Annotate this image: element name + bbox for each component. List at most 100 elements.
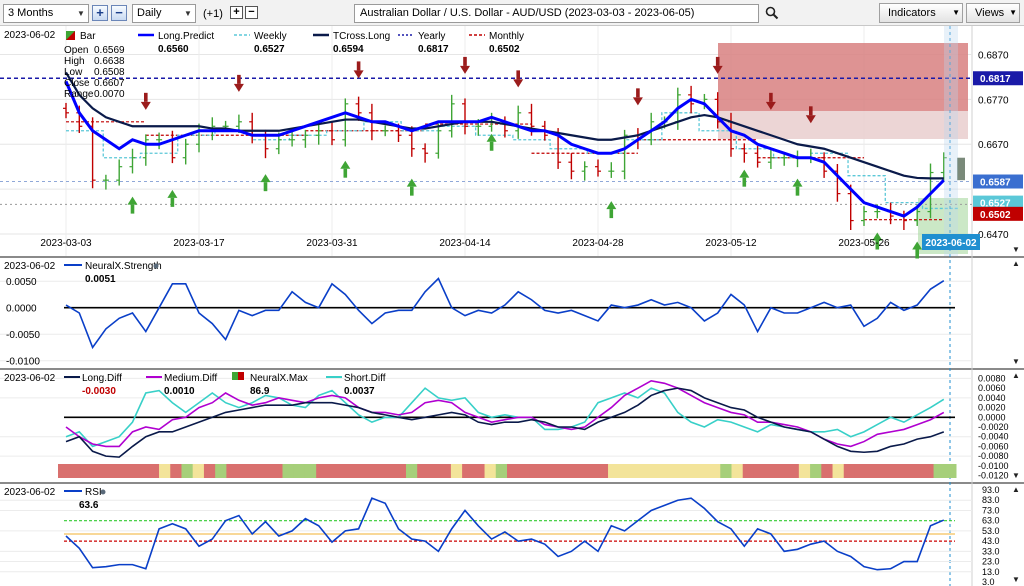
- neuralx-max-cell: [473, 464, 486, 478]
- interval-value: Daily: [137, 7, 162, 19]
- neuralx-max-cell: [731, 464, 744, 478]
- ohlc-value: 0.0070: [94, 89, 125, 100]
- legend-value: -0.0030: [82, 386, 116, 397]
- y-tick-label: 33.0: [982, 546, 1000, 556]
- neuralx-max-cell: [102, 464, 115, 478]
- views-button[interactable]: Views ▼: [966, 3, 1020, 23]
- neuralx-max-cell: [372, 464, 385, 478]
- legend-swatch: [232, 372, 238, 380]
- neuralx-max-cell: [417, 464, 429, 478]
- neuralx-max-cell: [922, 464, 935, 478]
- diff-collapse-icon[interactable]: ▲: [1012, 371, 1020, 380]
- y-tick-label: 0.0050: [6, 277, 37, 288]
- ohlc-label: Close: [64, 78, 90, 89]
- legend-name: Short.Diff: [344, 373, 386, 384]
- chevron-down-icon: ▼: [1009, 8, 1017, 17]
- offset-minus-button[interactable]: −: [245, 6, 258, 19]
- y-tick-label: 63.0: [982, 516, 1000, 526]
- buy-arrow-stem: [609, 209, 614, 219]
- instrument-title-field[interactable]: Australian Dollar / U.S. Dollar - AUD/US…: [354, 4, 759, 23]
- current-bar: [957, 157, 965, 181]
- y-tick-label: 73.0: [982, 505, 1000, 515]
- ohlc-label: Low: [64, 67, 83, 78]
- legend-value: 0.6527: [254, 44, 285, 55]
- neuralx-max-cell: [428, 464, 441, 478]
- neuralx-max-cell: [159, 464, 171, 478]
- buy-arrow-stem: [742, 177, 747, 187]
- period-dropdown[interactable]: 3 Months ▼: [3, 4, 89, 23]
- neuralx-max-cell: [361, 464, 373, 478]
- buy-arrow-stem: [410, 186, 414, 196]
- neuralx-panel[interactable]: [0, 258, 1024, 368]
- instrument-title: Australian Dollar / U.S. Dollar - AUD/US…: [360, 7, 695, 19]
- supply-zone-light: [718, 111, 968, 139]
- neuralx-max-cell: [664, 464, 676, 478]
- neuralx-max-cell: [540, 464, 553, 478]
- ohlc-value: 0.6508: [94, 67, 125, 78]
- y-tick-label: 53.0: [982, 526, 1000, 536]
- sell-arrow-stem: [356, 61, 361, 71]
- neuralx-max-cell: [810, 464, 822, 478]
- sell-arrow-stem: [769, 92, 773, 102]
- legend-name: Monthly: [489, 31, 524, 42]
- legend-value: 0.6817: [418, 44, 449, 55]
- zoom-out-button[interactable]: −: [111, 5, 127, 21]
- neuralx-max-cell: [383, 464, 396, 478]
- price-badge-text: 0.6817: [980, 74, 1011, 85]
- neuralx-max-cell: [147, 464, 160, 478]
- zoom-in-button[interactable]: +: [92, 5, 108, 21]
- bar-legend-label: Bar: [80, 31, 96, 42]
- sell-arrow-stem: [463, 56, 467, 66]
- neuralx-max-cell: [720, 464, 732, 478]
- neuralx-settings-icon[interactable]: [153, 263, 159, 269]
- diff-y-axis[interactable]: 0.00800.00600.00400.00200.0000-0.0020-0.…: [978, 373, 1009, 480]
- neuralx-max-cell: [832, 464, 845, 478]
- neuralx-collapse-icon[interactable]: ▲: [1012, 259, 1020, 268]
- rsi-legend-value: 63.6: [79, 500, 99, 511]
- neuralx-date-label: 2023-06-02: [4, 261, 56, 272]
- neuralx-max-cell: [203, 464, 216, 478]
- x-tick-label: 2023-05-26: [838, 238, 890, 249]
- y-tick-label: -0.0100: [978, 461, 1009, 471]
- neuralx-max-cell: [821, 464, 834, 478]
- neuralx-expand-icon[interactable]: ▼: [1012, 357, 1020, 366]
- rsi-settings-icon[interactable]: [100, 489, 106, 495]
- legend-value: 0.6560: [158, 44, 189, 55]
- buy-arrow-stem: [795, 186, 800, 196]
- sell-arrow-stem: [237, 74, 241, 84]
- neuralx-max-cell: [798, 464, 811, 478]
- neuralx-max-cell: [787, 464, 800, 478]
- neuralx-max-cell: [282, 464, 295, 478]
- neuralx-max-cell: [866, 464, 878, 478]
- views-label: Views: [975, 7, 1005, 19]
- neuralx-max-cell: [338, 464, 351, 478]
- period-value: 3 Months: [8, 7, 54, 19]
- neuralx-max-cell: [293, 464, 306, 478]
- sell-arrow-stem: [516, 70, 520, 80]
- rsi-expand-icon[interactable]: ▼: [1012, 575, 1020, 584]
- rsi-y-axis[interactable]: 93.083.073.063.053.043.033.023.013.03.0: [982, 485, 1000, 586]
- neuralx-max-cell: [462, 464, 474, 478]
- search-icon[interactable]: [765, 6, 779, 20]
- legend-value: 0.6594: [333, 44, 364, 55]
- current-bar-highlight: [944, 26, 958, 256]
- neuralx-max-cell: [709, 464, 721, 478]
- offset-plus-button[interactable]: +: [230, 6, 243, 19]
- offset-label: (+1): [203, 8, 223, 20]
- neuralx-max-cell: [911, 464, 923, 478]
- neuralx-max-cell: [675, 464, 688, 478]
- neuralx-max-cell: [405, 464, 418, 478]
- neuralx-max-cell: [271, 464, 283, 478]
- x-tick-label: 2023-05-12: [705, 238, 757, 249]
- toolbar: 3 Months ▼ + − Daily ▼ (+1) + − Australi…: [0, 0, 1024, 26]
- y-tick-label: 0.6870: [978, 50, 1009, 61]
- neuralx-max-cell: [136, 464, 149, 478]
- interval-dropdown[interactable]: Daily ▼: [132, 4, 196, 23]
- legend-name: TCross.Long: [333, 31, 390, 42]
- price-expand-icon[interactable]: ▼: [1012, 245, 1020, 254]
- rsi-panel[interactable]: [0, 484, 1024, 586]
- y-tick-label: 43.0: [982, 536, 1000, 546]
- indicators-button[interactable]: Indicators ▼: [879, 3, 963, 23]
- diff-expand-icon[interactable]: ▼: [1012, 471, 1020, 480]
- rsi-collapse-icon[interactable]: ▲: [1012, 485, 1020, 494]
